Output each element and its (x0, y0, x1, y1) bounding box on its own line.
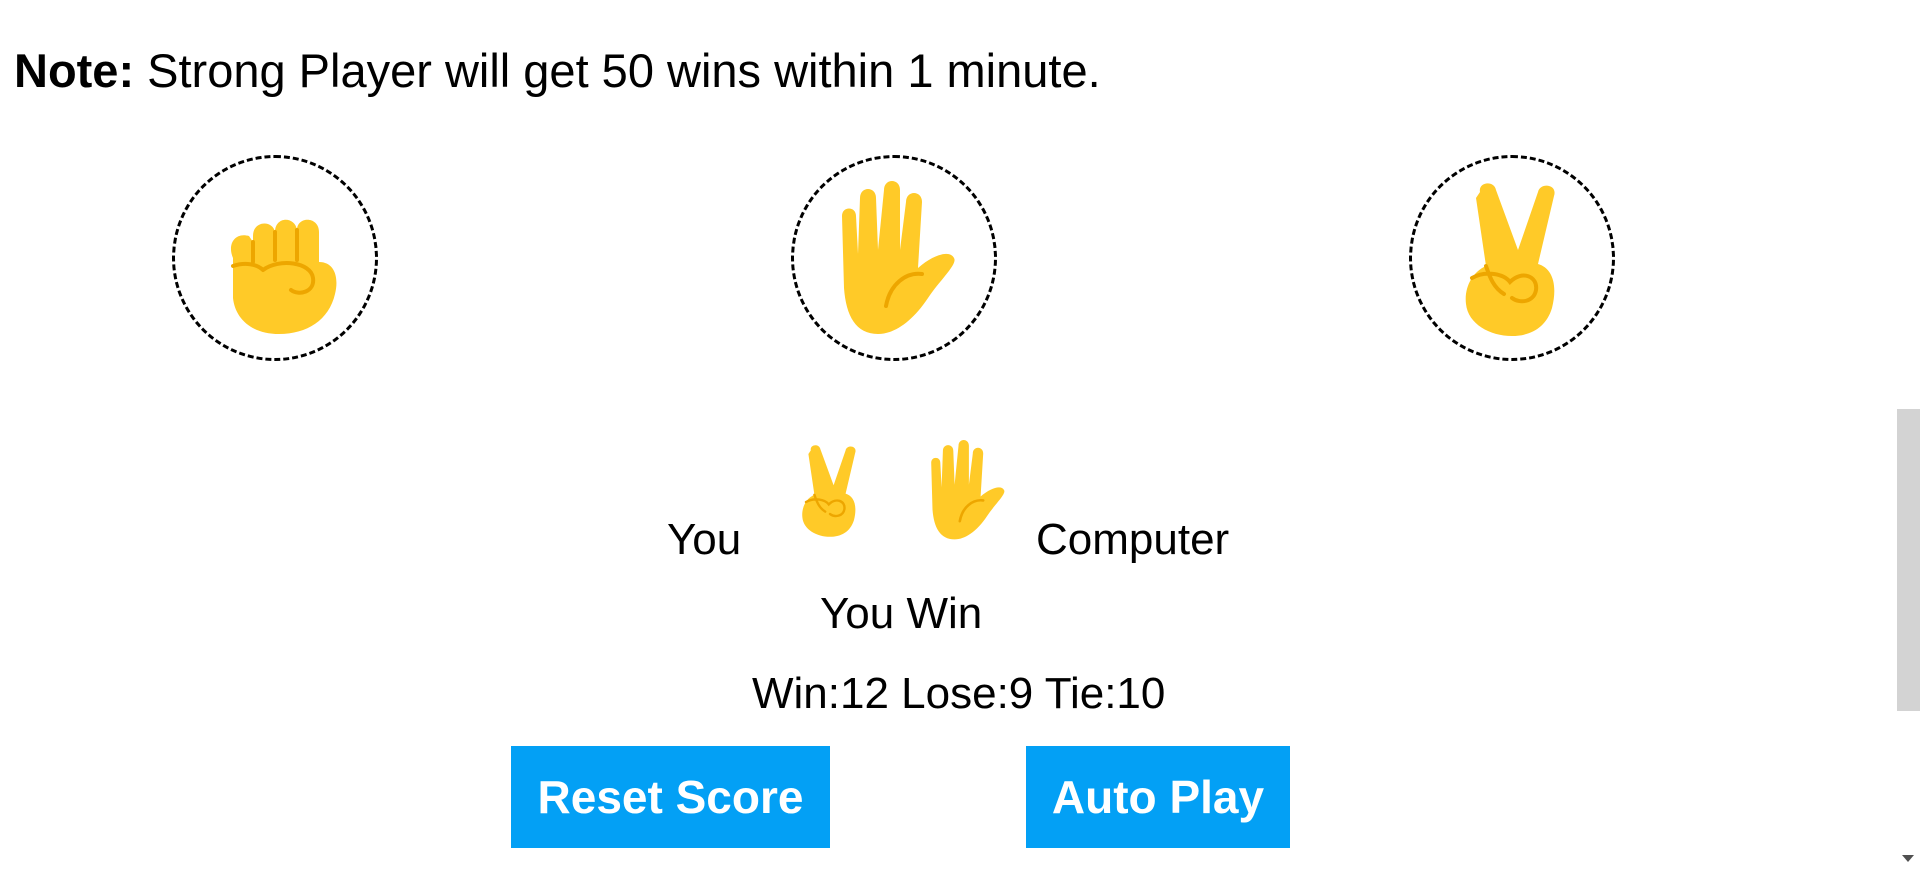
fist-icon (230, 219, 337, 334)
note-text: Note: Strong Player will get 50 wins wit… (14, 44, 1101, 98)
scroll-down-arrow-icon[interactable] (1902, 855, 1914, 862)
scrollbar-thumb[interactable] (1897, 409, 1920, 711)
raised-hand-icon (931, 439, 1005, 540)
computer-label: Computer (1036, 515, 1230, 564)
reset-score-button[interactable]: Reset Score (511, 746, 830, 848)
auto-play-button[interactable]: Auto Play (1026, 746, 1290, 848)
score-text: Win:12 Lose:9 Tie:10 (752, 669, 1166, 718)
note-body: Strong Player will get 50 wins within 1 … (134, 44, 1101, 97)
raised-hand-icon (842, 181, 955, 334)
victory-hand-icon (802, 445, 856, 537)
game-page: Note: Strong Player will get 50 wins wit… (0, 0, 1920, 869)
paper-button[interactable] (791, 155, 997, 361)
note-label: Note: (14, 44, 135, 97)
rock-button[interactable] (172, 155, 378, 361)
you-label: You (667, 515, 742, 564)
outcome-text: You Win (820, 589, 983, 638)
victory-hand-icon (1465, 183, 1555, 336)
scissors-button[interactable] (1409, 155, 1615, 361)
result-row: You Computer (0, 425, 1920, 564)
